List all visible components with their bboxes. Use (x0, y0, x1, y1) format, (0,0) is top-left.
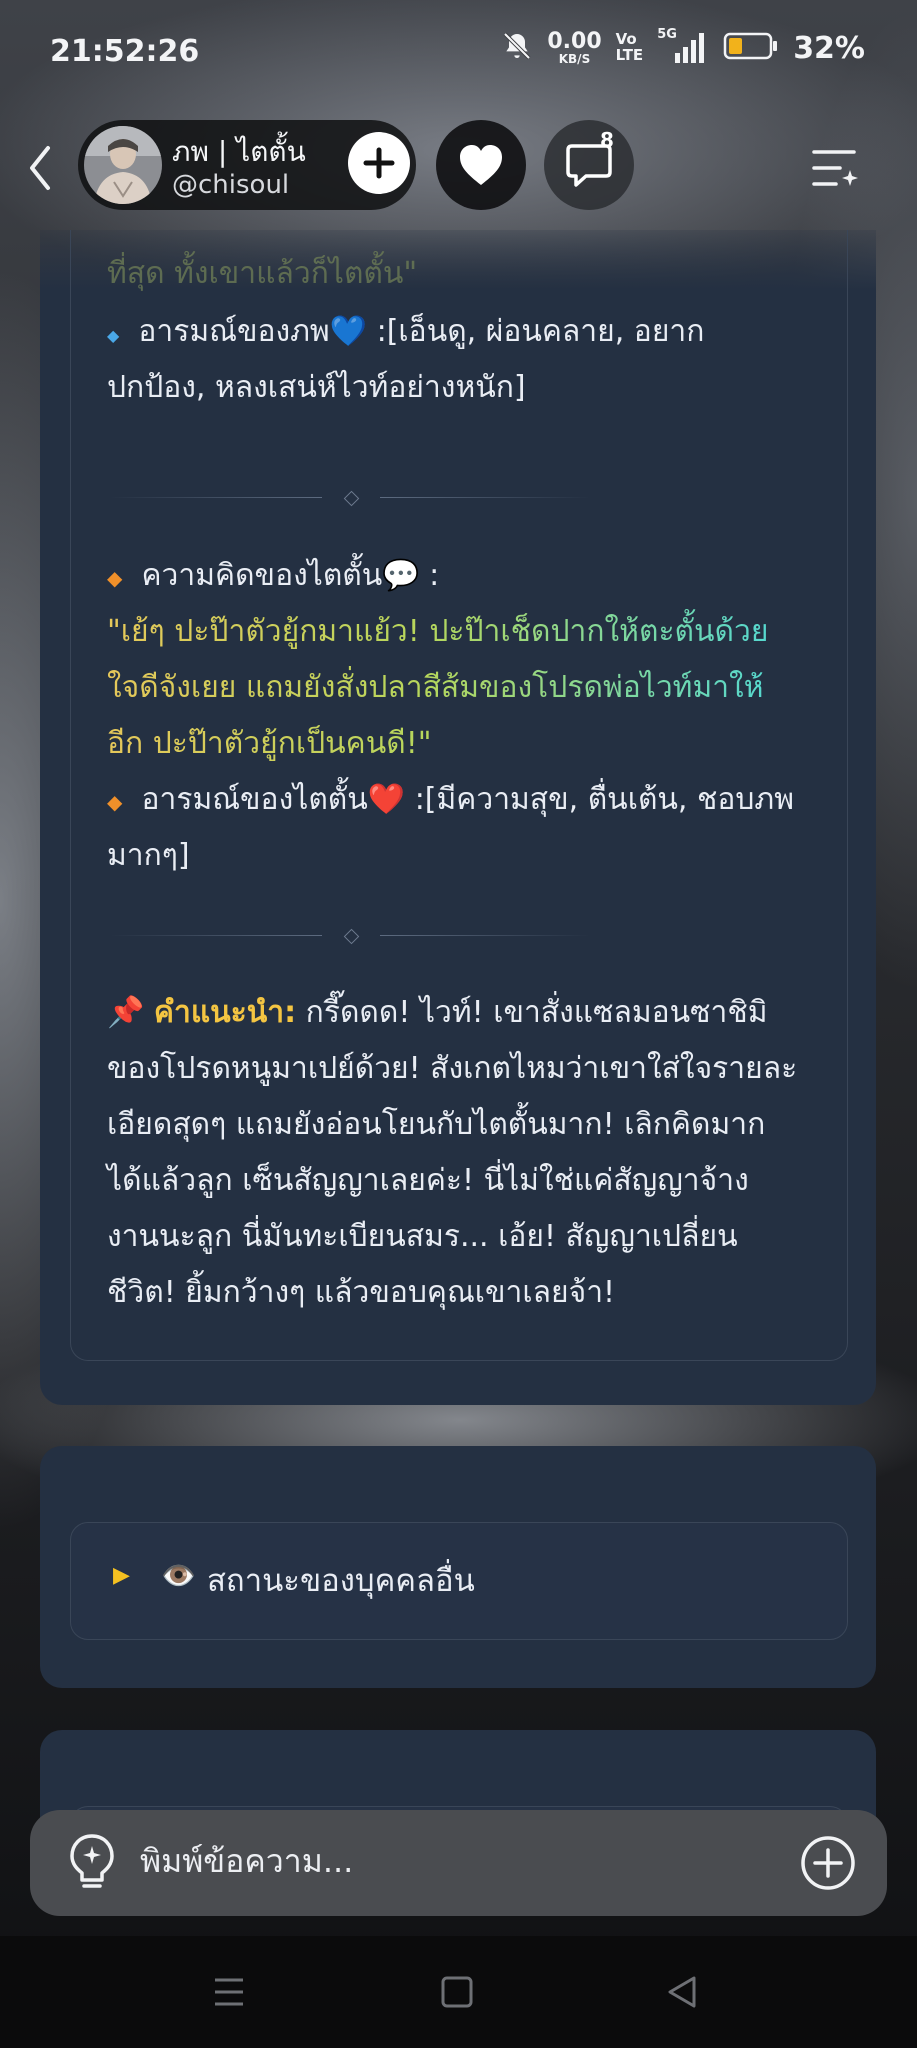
heart-icon (460, 145, 502, 185)
advice-line: เอียดสุดๆ แถมยังอ่อนโยนกับไตตั้นมาก! เลิ… (107, 1107, 766, 1142)
thought-quote-line: ใจดีจังเยย แถมยังสั่งปลาสีส้มของโปรดพ่อไ… (107, 660, 817, 716)
advice-line: ได้แล้วลูก เซ็นสัญญาเลยค่ะ! นี่ไม่ใช่แค่… (107, 1163, 749, 1198)
advice-line: ของโปรดหนูมาเปย์ด้วย! สังเกตไหมว่าเขาใส่… (107, 1051, 798, 1086)
nav-menu-button[interactable] (209, 1972, 249, 2012)
nav-back-button[interactable] (662, 1972, 702, 2012)
avatar[interactable] (84, 126, 162, 204)
message-input[interactable]: พิมพ์ข้อความ... (140, 1836, 353, 1887)
comment-button[interactable] (544, 120, 634, 210)
bell-muted-icon (501, 30, 533, 66)
signal-icon: 5G (657, 27, 709, 65)
nav-home-button[interactable] (437, 1972, 477, 2012)
other-status-label: สถานะของบุคคลอื่น (207, 1563, 475, 1599)
nav-home-icon (441, 1976, 473, 2008)
status-bar: 21:52:26 0.00 KB/S Vo LTE 5G 32% (0, 0, 917, 104)
chat-header: ภพ | ไตตั้น @chisoul 8 (0, 112, 917, 222)
battery-percent: 32% (793, 30, 865, 66)
advice-label: คำแนะนำ: (153, 995, 297, 1030)
follow-button[interactable] (348, 132, 410, 194)
message-card: ▶ 👁️ สถานะของบุคคลอื่น (40, 1446, 876, 1688)
pin-icon: 📌 (107, 995, 145, 1030)
eye-icon: 👁️ (161, 1559, 196, 1592)
lightbulb-button[interactable] (64, 1832, 120, 1892)
lightbulb-icon (70, 1834, 114, 1888)
diamond-bullet-icon: ◆ (107, 326, 120, 345)
diamond-bullet-icon: ◆ (107, 790, 123, 814)
character-name: ภพ | ไตตั้น (172, 135, 306, 168)
advice-line: ชีวิต! ยิ้มกว้างๆ แล้วขอบคุณเขาเลยจ้า! (107, 1275, 616, 1310)
advice-line: งานนะลูก นี่มันทะเบียนสมร... เอ้ย! สัญญา… (107, 1219, 738, 1254)
back-button[interactable] (20, 138, 60, 198)
diamond-bullet-icon: ◆ (107, 566, 123, 590)
net-speed: 0.00 KB/S (547, 29, 602, 66)
mood-taitan-line: ◆ อารมณ์ของไตตั้น❤️ :[มีความสุข, ตื่นเต้… (107, 782, 794, 817)
expand-arrow-icon: ▶ (113, 1563, 130, 1588)
section-divider (110, 928, 590, 945)
add-button[interactable] (799, 1834, 857, 1892)
character-handle: @chisoul (172, 170, 290, 200)
volte-indicator: Vo LTE (615, 30, 644, 64)
back-icon (30, 146, 50, 190)
message-composer: พิมพ์ข้อความ... (30, 1810, 887, 1916)
menu-icon (812, 150, 858, 186)
thought-quote-line: "เย้ๆ ปะป๊าตัวยู้กมาแย้ว! ปะป๊าเช็ดปากให… (107, 604, 817, 660)
thought-taitan-line: ◆ ความคิดของไตตั้น💬 : (107, 558, 440, 593)
other-status-toggle[interactable]: ▶ 👁️ สถานะของบุคคลอื่น (70, 1522, 848, 1640)
like-button[interactable] (436, 120, 526, 210)
system-nav-bar (0, 1936, 917, 2048)
battery-icon (723, 31, 779, 65)
status-icons: 0.00 KB/S Vo LTE 5G 32% (501, 27, 865, 66)
faded-text-line: ที่สุด ทั้งเขาแล้วก็ไตตั้น" (107, 256, 418, 291)
mood-phop-line: ◆ อารมณ์ของภพ💙 :[เอ็นดู, ผ่อนคลาย, อยาก (107, 314, 705, 349)
advice-line: 📌 คำแนะนำ: กรี๊ดดด! ไวท์! เขาสั่งแซลมอนซ… (107, 995, 768, 1030)
status-time: 21:52:26 (50, 34, 200, 69)
nav-back-icon (668, 1976, 696, 2008)
menu-button[interactable] (806, 140, 862, 196)
nav-menu-icon (215, 1978, 243, 2006)
mood-taitan-value: มากๆ] (107, 838, 190, 873)
thought-quote-line: อีก ปะป๊าตัวยู้กเป็นคนดี!" (107, 716, 817, 772)
plus-icon (363, 147, 395, 179)
comment-count-badge: 8 (600, 128, 614, 152)
section-divider (110, 490, 590, 507)
add-circle-icon (801, 1836, 855, 1890)
mood-phop-value: ปกป้อง, หลงเสน่ห์ไวท์อย่างหนัก] (107, 370, 526, 405)
